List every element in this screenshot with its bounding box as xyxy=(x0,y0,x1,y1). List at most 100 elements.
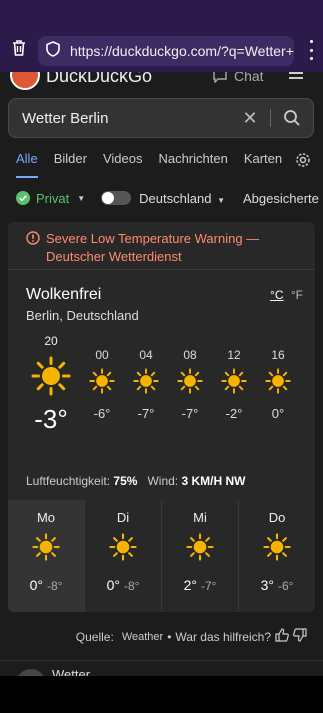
duckduckgo-logo-icon[interactable] xyxy=(10,72,40,90)
weather-source: Quelle: Weather • War das hilfreich? xyxy=(0,628,323,645)
unit-switch: °C °F xyxy=(270,288,303,302)
sun-icon xyxy=(216,368,252,394)
day-temps: 0° -8° xyxy=(8,577,84,593)
chat-button[interactable]: Chat xyxy=(212,72,264,84)
region-label: Deutschland xyxy=(139,190,212,206)
hour-temp: 0° xyxy=(271,406,285,421)
day-tab[interactable]: Do 3° -6° xyxy=(239,500,315,612)
tab-images[interactable]: Bilder xyxy=(54,150,87,178)
caret-down-icon: ▼ xyxy=(77,193,86,203)
wind-label: Wind: xyxy=(147,474,179,488)
search-box[interactable]: Wetter Berlin ✕ xyxy=(8,98,314,138)
day-temps: 2° -7° xyxy=(162,577,238,593)
hour-temp: -2° xyxy=(225,406,243,421)
status-bar xyxy=(0,0,323,28)
shield-icon[interactable] xyxy=(46,40,60,62)
search-input[interactable]: Wetter Berlin xyxy=(22,110,238,127)
search-tabs: Alle Bilder Videos Nachrichten Karten xyxy=(0,150,323,178)
gear-icon[interactable] xyxy=(295,152,311,173)
hour-label: 08 xyxy=(183,348,197,362)
url-text[interactable]: https://duckduckgo.com/?q=Wetter+Berlin xyxy=(70,43,294,59)
hourly-forecast: 20 -3° 00 -6° 04 -7° 08 -7° 12 -2° 16 0° xyxy=(8,334,315,444)
safe-search-filter[interactable]: Abgesicherte xyxy=(243,191,319,206)
chat-icon xyxy=(213,72,227,83)
hour-temp: -7° xyxy=(137,406,155,421)
url-field[interactable]: https://duckduckgo.com/?q=Wetter+Berlin xyxy=(38,36,294,66)
hour-temp: -7° xyxy=(181,406,199,421)
current-temp: -3° xyxy=(34,404,68,434)
day-tab[interactable]: Di 0° -8° xyxy=(85,500,162,612)
search-icon[interactable] xyxy=(279,109,305,127)
day-name: Mo xyxy=(36,510,56,525)
source-prefix: Quelle: xyxy=(75,629,114,644)
sun-icon xyxy=(172,368,208,394)
check-circle-icon xyxy=(16,191,30,205)
sun-icon xyxy=(8,533,84,561)
sun-icon xyxy=(26,356,76,396)
chat-label: Chat xyxy=(234,72,264,84)
weather-warning[interactable]: Severe Low Temperature Warning — Deutsch… xyxy=(8,222,315,270)
hour-label: 04 xyxy=(139,348,153,362)
current-weather: 20 -3° xyxy=(26,334,76,435)
hour-slot: 12 -2° xyxy=(216,348,252,421)
clear-icon[interactable]: ✕ xyxy=(238,108,262,129)
day-temps: 3° -6° xyxy=(239,577,315,593)
next-result[interactable]: Wetter xyxy=(0,660,323,676)
hour-label: 16 xyxy=(271,348,285,362)
hour-slot: 00 -6° xyxy=(84,348,120,421)
tab-videos[interactable]: Videos xyxy=(103,150,143,178)
wind-value: 3 KM/H NW xyxy=(181,474,246,488)
result-favicon xyxy=(16,669,46,676)
source-separator: • xyxy=(167,629,172,644)
hour-temp: -6° xyxy=(93,406,111,421)
browser-toolbar: https://duckduckgo.com/?q=Wetter+Berlin xyxy=(0,28,323,72)
humidity-label: Luftfeuchtigkeit: xyxy=(26,474,111,488)
thumbs-down-icon[interactable] xyxy=(293,628,307,645)
brand-name[interactable]: DuckDuckGo xyxy=(46,72,152,87)
tab-news[interactable]: Nachrichten xyxy=(158,150,227,178)
current-hour: 20 xyxy=(44,334,58,348)
day-name: Do xyxy=(268,510,286,525)
day-low: -7° xyxy=(200,579,217,593)
day-high: 0° xyxy=(29,577,43,593)
tab-all[interactable]: Alle xyxy=(16,150,38,178)
ddg-header: DuckDuckGo Chat xyxy=(0,72,323,92)
day-tab[interactable]: Mo 0° -8° xyxy=(8,500,85,612)
result-title[interactable]: Wetter xyxy=(52,667,90,676)
day-tab[interactable]: Mi 2° -7° xyxy=(162,500,239,612)
more-menu-icon[interactable] xyxy=(305,40,317,60)
weather-condition: Wolkenfrei xyxy=(26,286,102,303)
menu-icon[interactable] xyxy=(289,72,303,82)
source-provider[interactable]: Weather xyxy=(122,631,163,643)
sun-icon xyxy=(239,533,315,561)
sun-icon xyxy=(162,533,238,561)
tab-maps[interactable]: Karten xyxy=(244,150,282,178)
region-toggle[interactable] xyxy=(101,191,132,205)
day-high: 0° xyxy=(106,577,120,593)
privacy-filter[interactable]: Privat ▼ xyxy=(16,191,85,206)
day-high: 3° xyxy=(260,577,274,593)
hour-label: 12 xyxy=(227,348,241,362)
search-divider xyxy=(270,109,271,127)
hour-slot: 04 -7° xyxy=(128,348,164,421)
sun-icon xyxy=(128,368,164,394)
privacy-label: Privat xyxy=(36,190,70,206)
warning-icon xyxy=(26,231,40,269)
hour-label: 00 xyxy=(95,348,109,362)
trash-icon[interactable] xyxy=(0,39,38,62)
day-low: -8° xyxy=(123,579,140,593)
unit-celsius[interactable]: °C xyxy=(270,288,283,302)
thumbs-up-icon[interactable] xyxy=(275,628,289,645)
weather-details: Luftfeuchtigkeit: 75% Wind: 3 KM/H NW xyxy=(26,474,245,488)
sun-icon xyxy=(84,368,120,394)
hour-slot: 08 -7° xyxy=(172,348,208,421)
day-name: Mi xyxy=(193,510,207,525)
warning-text: Severe Low Temperature Warning — Deutsch… xyxy=(46,231,260,264)
day-low: -8° xyxy=(46,579,63,593)
sun-icon xyxy=(85,533,161,561)
unit-fahrenheit[interactable]: °F xyxy=(291,288,303,302)
weather-card: Severe Low Temperature Warning — Deutsch… xyxy=(8,222,315,612)
day-low: -6° xyxy=(277,579,294,593)
daily-forecast: Mo 0° -8° Di 0° -8° Mi 2° -7° Do 3° -6° xyxy=(8,500,315,612)
region-filter[interactable]: Deutschland ▼ xyxy=(139,191,225,206)
